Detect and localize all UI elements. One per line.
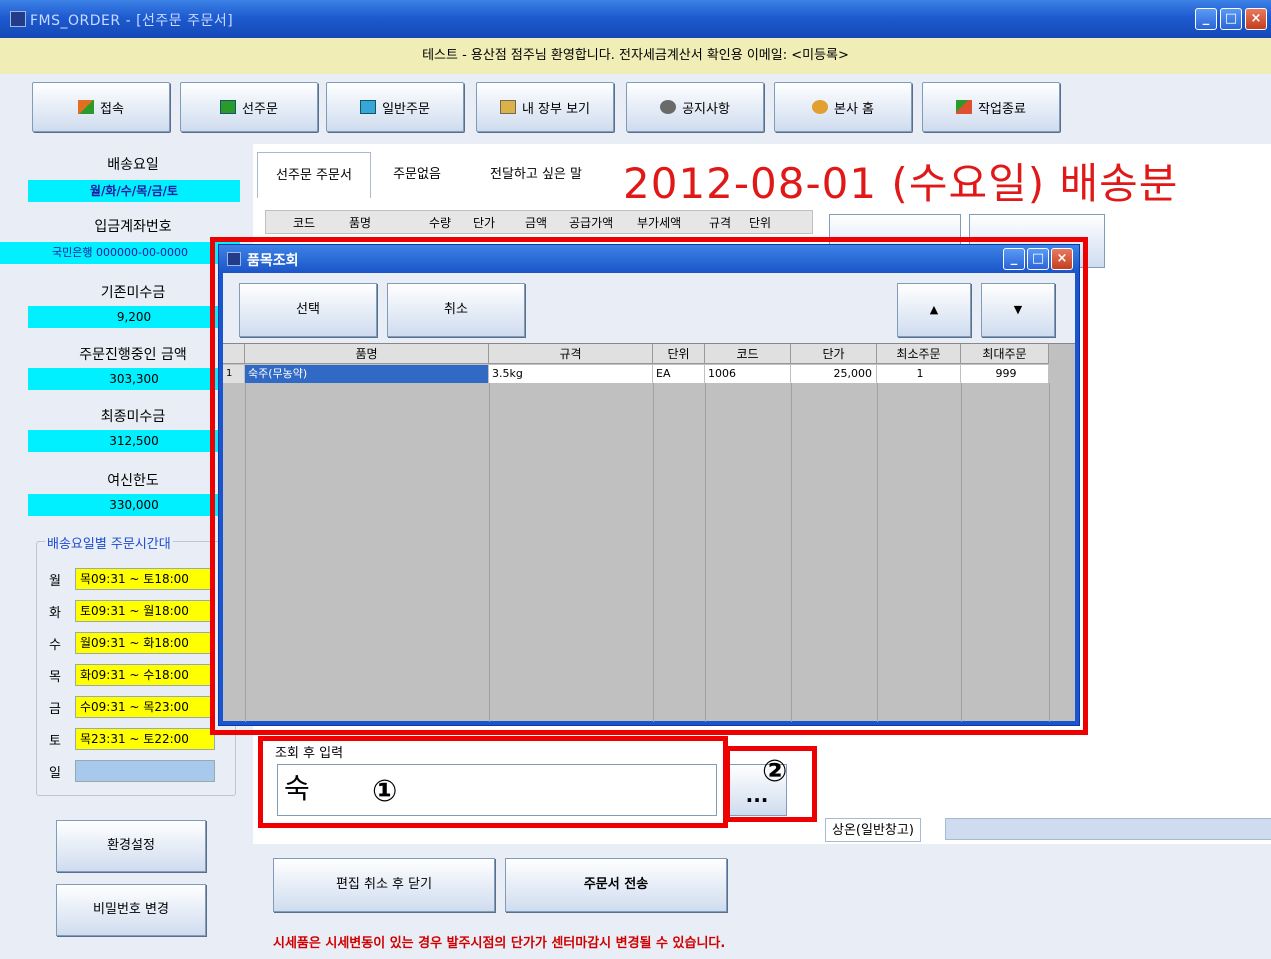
price-notice: 시세품은 시세변동이 있는 경우 발주시점의 단가가 센터마감시 변경될 수 있… — [273, 936, 726, 951]
settings-button[interactable]: 환경설정 — [56, 820, 206, 872]
tab-preorder[interactable]: 선주문 주문서 — [257, 152, 371, 198]
speaker-icon — [660, 100, 677, 114]
grid-col-header: 부가세액 — [637, 216, 682, 230]
grid-col-header: 품명 — [349, 216, 372, 230]
in-progress-value: 303,300 — [28, 368, 240, 390]
minimize-icon[interactable]: _ — [1195, 8, 1217, 30]
delivery-day-label: 배송요일 — [107, 157, 159, 173]
schedule-day: 토 — [49, 734, 61, 749]
home-icon — [811, 100, 828, 114]
schedule-time: 월09:31 ~ 화18:00 — [75, 632, 215, 654]
grid-col-header: 규격 — [709, 216, 732, 230]
window-title: FMS_ORDER - [선주문 주문서] — [30, 13, 234, 29]
grid-col-header: 단위 — [749, 216, 772, 230]
grid-col-header: 단가 — [473, 216, 496, 230]
pepper-icon — [956, 100, 973, 114]
schedule-day: 일 — [49, 766, 61, 781]
schedule-time: 목09:31 ~ 토18:00 — [75, 568, 215, 590]
schedule-day: 수 — [49, 638, 61, 653]
form-icon — [220, 100, 237, 114]
prev-unpaid-value: 9,200 — [28, 306, 240, 328]
schedule-time: 화09:31 ~ 수18:00 — [75, 664, 215, 686]
schedule-time: 토09:31 ~ 월18:00 — [75, 600, 215, 622]
carrot-icon — [78, 100, 95, 114]
tab-no-order[interactable]: 주문없음 — [377, 152, 457, 198]
grid-col-header: 수량 — [429, 216, 452, 230]
maximize-icon[interactable]: □ — [1220, 8, 1242, 30]
final-unpaid-label: 최종미수금 — [100, 409, 166, 425]
hq-home-button[interactable]: 본사 홈 — [774, 82, 912, 132]
footer-area: 편집 취소 후 닫기 주문서 전송 시세품은 시세변동이 있는 경우 발주시점의… — [253, 844, 1271, 959]
schedule-day: 금 — [49, 702, 61, 717]
highlight-input — [258, 736, 728, 828]
grid-col-header: 금액 — [525, 216, 548, 230]
schedule-group: 배송요일별 주문시간대 월 목09:31 ~ 토18:00 화 토09:31 ~… — [36, 533, 236, 796]
preorder-button[interactable]: 선주문 — [180, 82, 318, 132]
toolbar: 접속 선주문 일반주문 내 장부 보기 공지사항 본사 홈 작업종료 — [0, 74, 1271, 144]
exit-button[interactable]: 작업종료 — [922, 82, 1060, 132]
schedule-time: 수09:31 ~ 목23:00 — [75, 696, 215, 718]
notice-button[interactable]: 공지사항 — [626, 82, 764, 132]
cancel-close-button[interactable]: 편집 취소 후 닫기 — [273, 858, 495, 912]
welcome-message: 테스트 - 용산점 점주님 환영합니다. 전자세금계산서 확인용 이메일: <미… — [0, 38, 1271, 74]
grid-col-header: 공급가액 — [569, 216, 614, 230]
highlight-dialog — [210, 237, 1088, 735]
grid-col-header: 코드 — [293, 216, 316, 230]
my-ledger-button[interactable]: 내 장부 보기 — [476, 82, 614, 132]
account-label: 입금계좌번호 — [94, 219, 172, 235]
annotation-two: ② — [762, 754, 788, 789]
delivery-day-value: 월/화/수/목/금/토 — [28, 180, 240, 202]
schedule-day: 목 — [49, 670, 61, 685]
date-banner: 2012-08-01 (수요일) 배송분 — [623, 159, 1179, 208]
window-titlebar: FMS_ORDER - [선주문 주문서] _ □ × — [0, 0, 1271, 38]
prev-unpaid-label: 기존미수금 — [100, 285, 166, 301]
credit-value: 330,000 — [28, 494, 240, 516]
general-order-button[interactable]: 일반주문 — [326, 82, 464, 132]
app-icon — [10, 11, 26, 27]
schedule-time — [75, 760, 215, 782]
final-unpaid-value: 312,500 — [28, 430, 240, 452]
send-order-button[interactable]: 주문서 전송 — [505, 858, 727, 912]
annotation-one: ① — [372, 774, 398, 809]
schedule-time: 목23:31 ~ 토22:00 — [75, 728, 215, 750]
in-progress-label: 주문진행중인 금액 — [79, 347, 187, 363]
close-icon[interactable]: × — [1245, 8, 1267, 30]
account-value: 국민은행 000000-00-0000 — [0, 242, 240, 264]
schedule-day: 화 — [49, 606, 61, 621]
credit-label: 여신한도 — [107, 473, 159, 489]
change-password-button[interactable]: 비밀번호 변경 — [56, 884, 206, 936]
tab-message[interactable]: 전달하고 싶은 말 — [469, 152, 603, 198]
tab-room-temp[interactable]: 상온(일반창고) — [825, 818, 921, 842]
tab-bar — [945, 818, 1271, 840]
schedule-title: 배송요일별 주문시간대 — [45, 533, 173, 552]
list-icon — [360, 100, 377, 114]
schedule-day: 월 — [49, 574, 61, 589]
clipboard-icon — [499, 100, 516, 114]
connect-button[interactable]: 접속 — [32, 82, 170, 132]
